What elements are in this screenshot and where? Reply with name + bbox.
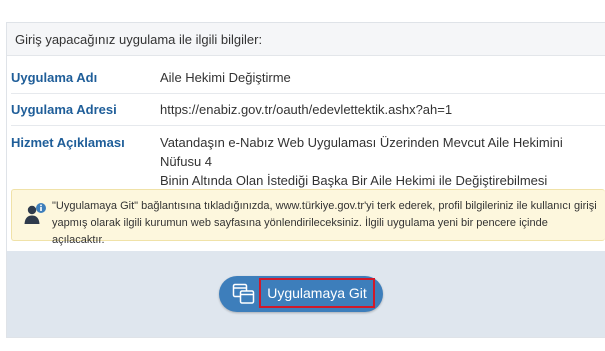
panel-header: Giriş yapacağınız uygulama ile ilgili bi… xyxy=(7,23,605,56)
go-to-application-label[interactable]: Uygulamaya Git xyxy=(259,278,375,308)
redirect-notice: "Uygulamaya Git" bağlantısına tıkladığın… xyxy=(11,189,605,246)
row-divider xyxy=(11,125,605,126)
row-divider xyxy=(11,93,605,94)
service-description-line: Binin Altında Olan İstediği Başka Bir Ai… xyxy=(160,173,548,188)
app-info-panel: Giriş yapacağınız uygulama ile ilgili bi… xyxy=(6,22,605,338)
go-to-application-button[interactable]: Uygulamaya Git xyxy=(219,276,383,312)
app-name-value: Aile Hekimi Değiştirme xyxy=(160,70,291,85)
notice-line: yapmış olarak ilgili kurumun web sayfası… xyxy=(52,217,548,246)
app-address-label: Uygulama Adresi xyxy=(11,102,117,117)
action-footer: Uygulamaya Git xyxy=(7,251,605,337)
user-info-icon xyxy=(24,203,46,224)
service-description-line: Vatandaşın e-Nabız Web Uygulaması Üzerin… xyxy=(160,135,563,169)
app-address-value: https://enabiz.gov.tr/oauth/edevlettekti… xyxy=(160,102,453,117)
notice-text: "Uygulamaya Git" bağlantısına tıkladığın… xyxy=(52,198,599,249)
service-description-value: Vatandaşın e-Nabız Web Uygulaması Üzerin… xyxy=(160,133,601,190)
service-description-label: Hizmet Açıklaması xyxy=(11,135,125,150)
app-name-label: Uygulama Adı xyxy=(11,70,98,85)
external-window-icon xyxy=(232,283,255,304)
notice-line: "Uygulamaya Git" bağlantısına tıkladığın… xyxy=(52,200,597,212)
